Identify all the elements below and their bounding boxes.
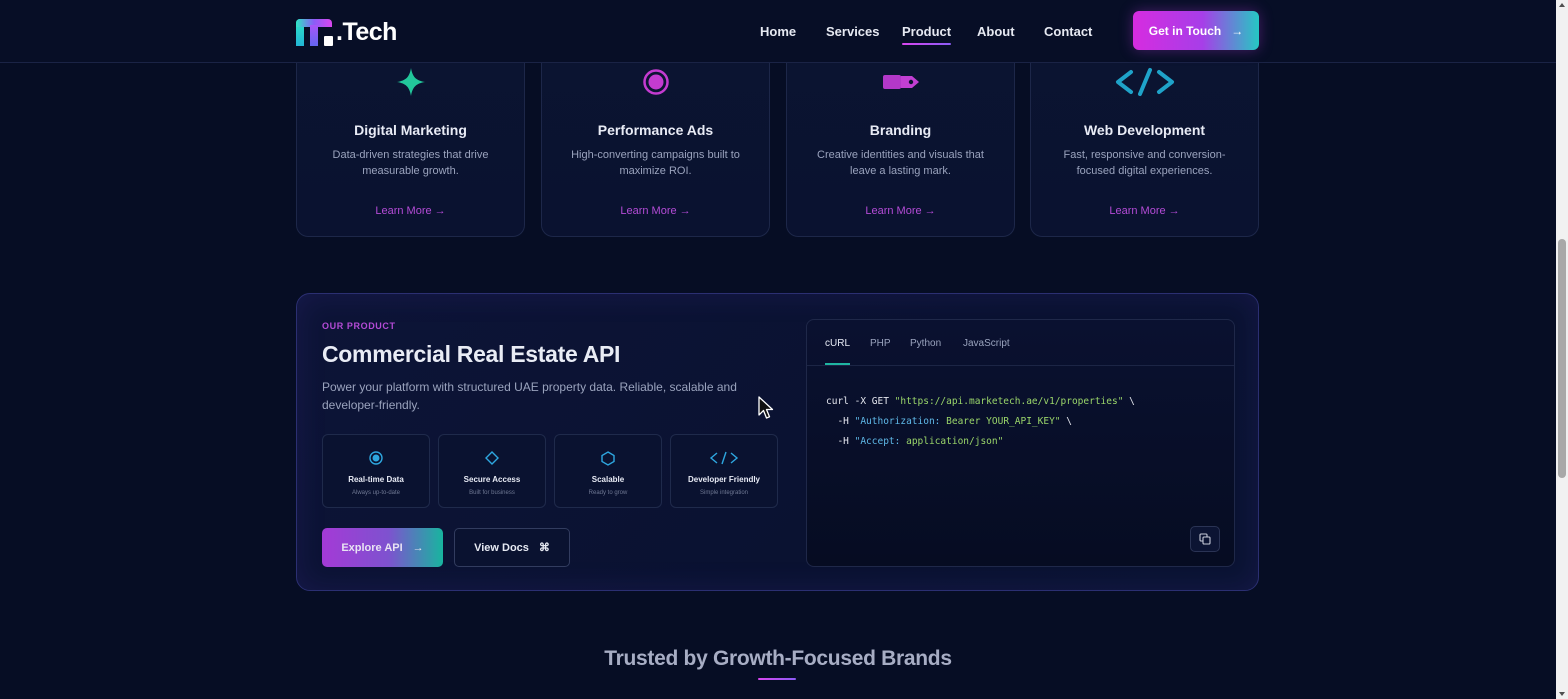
get-in-touch-button[interactable]: Get in Touch →: [1133, 11, 1259, 50]
explore-api-label: Explore API: [341, 541, 403, 554]
product-eyebrow: OUR PRODUCT: [322, 321, 396, 331]
scroll-thumb[interactable]: [1558, 239, 1566, 478]
diamond-icon: [439, 449, 545, 467]
feature-secure-access: Secure Access Built for business: [438, 434, 546, 508]
card-title: Branding: [869, 122, 932, 138]
feature-real-time-data: Real-time Data Always up-to-date: [322, 434, 430, 508]
nav-about[interactable]: About: [977, 24, 1015, 39]
nav-active-underline: [902, 43, 952, 45]
scroll-down-icon[interactable]: [1559, 692, 1565, 696]
logo-text: .Tech: [336, 17, 397, 46]
product-description: Power your platform with structured UAE …: [322, 380, 737, 412]
learn-more-link[interactable]: Learn More →: [297, 205, 524, 217]
feature-sub: Built for business: [469, 490, 515, 496]
pen-nib-icon: [787, 67, 1014, 97]
active-tab-underline: [825, 363, 851, 365]
card-title: Performance Ads: [597, 122, 714, 138]
product-title: Commercial Real Estate API: [322, 341, 621, 367]
copy-button[interactable]: [1190, 526, 1220, 552]
nav-contact[interactable]: Contact: [1044, 24, 1092, 39]
learn-more-link[interactable]: Learn More →: [542, 205, 769, 217]
hexagon-icon: [555, 449, 661, 467]
card-description: Data-driven strategies that drive measur…: [332, 149, 489, 177]
copy-icon: [1199, 533, 1211, 545]
feature-label: Developer Friendly: [687, 475, 761, 484]
code-tabs: cURL PHP Python JavaScript: [807, 320, 1234, 366]
feature-sub: Simple integration: [699, 490, 749, 496]
nav-home[interactable]: Home: [760, 24, 796, 39]
service-card-performance-ads: Performance Ads High-converting campaign…: [541, 40, 770, 237]
card-description: Creative identities and visuals that lea…: [817, 149, 984, 177]
card-description: High-converting campaigns built to maxim…: [571, 149, 740, 177]
code-icon: [1031, 67, 1258, 97]
product-section: OUR PRODUCT Commercial Real Estate API P…: [296, 293, 1259, 591]
learn-more-link[interactable]: Learn More →: [787, 205, 1014, 217]
code-block[interactable]: curl -X GET "https://api.marketech.ae/v1…: [826, 392, 1135, 452]
tab-python[interactable]: Python: [910, 338, 941, 349]
code-sample-panel: cURL PHP Python JavaScript curl -X GET "…: [806, 319, 1235, 567]
nav-product[interactable]: Product: [902, 24, 952, 45]
get-in-touch-label: Get in Touch: [1148, 23, 1222, 38]
scroll-up-icon[interactable]: [1559, 3, 1565, 7]
feature-developer-friendly: Developer Friendly Simple integration: [670, 434, 778, 508]
feature-label: Real-time Data: [348, 475, 404, 484]
trusted-heading: Trusted by Growth-Focused Brands: [604, 647, 952, 670]
feature-sub: Ready to grow: [588, 490, 628, 496]
site-header: .Tech Home Services Product About Contac…: [0, 0, 1556, 63]
feature-label: Scalable: [591, 475, 625, 484]
command-icon: ⌘: [538, 542, 550, 554]
view-docs-button[interactable]: View Docs ⌘: [454, 528, 570, 567]
card-title: Digital Marketing: [354, 122, 467, 138]
code-icon: [671, 449, 777, 467]
target-icon: [542, 67, 769, 97]
service-card-digital-marketing: Digital Marketing Data-driven strategies…: [296, 40, 525, 237]
card-title: Web Development: [1083, 122, 1206, 138]
nav-services[interactable]: Services: [826, 24, 880, 39]
view-docs-label: View Docs: [474, 541, 529, 554]
learn-more-link[interactable]: Learn More →: [1031, 205, 1258, 217]
tab-javascript[interactable]: JavaScript: [963, 338, 1010, 349]
nav-product-label: Product: [902, 24, 952, 39]
logo-mark-icon: [296, 18, 334, 46]
arrow-right-icon: →: [412, 541, 424, 554]
service-card-web-development: Web Development Fast, responsive and con…: [1030, 40, 1259, 237]
tab-curl[interactable]: cURL: [825, 338, 851, 365]
feature-sub: Always up-to-date: [351, 490, 401, 496]
feature-label: Secure Access: [463, 475, 521, 484]
trusted-underline: [758, 678, 796, 680]
mouse-cursor-icon: [758, 396, 774, 419]
tab-php[interactable]: PHP: [870, 338, 891, 349]
sparkle-icon: [297, 67, 524, 97]
radio-dot-icon: [323, 449, 429, 467]
page-scrollbar[interactable]: [1556, 0, 1568, 699]
logo[interactable]: .Tech: [296, 18, 397, 46]
service-card-branding: Branding Creative identities and visuals…: [786, 40, 1015, 237]
card-description: Fast, responsive and conversion-focused …: [1063, 149, 1226, 177]
tab-label: cURL: [825, 338, 851, 349]
arrow-right-icon: →: [1231, 23, 1244, 38]
explore-api-button[interactable]: Explore API →: [322, 528, 443, 567]
feature-scalable: Scalable Ready to grow: [554, 434, 662, 508]
